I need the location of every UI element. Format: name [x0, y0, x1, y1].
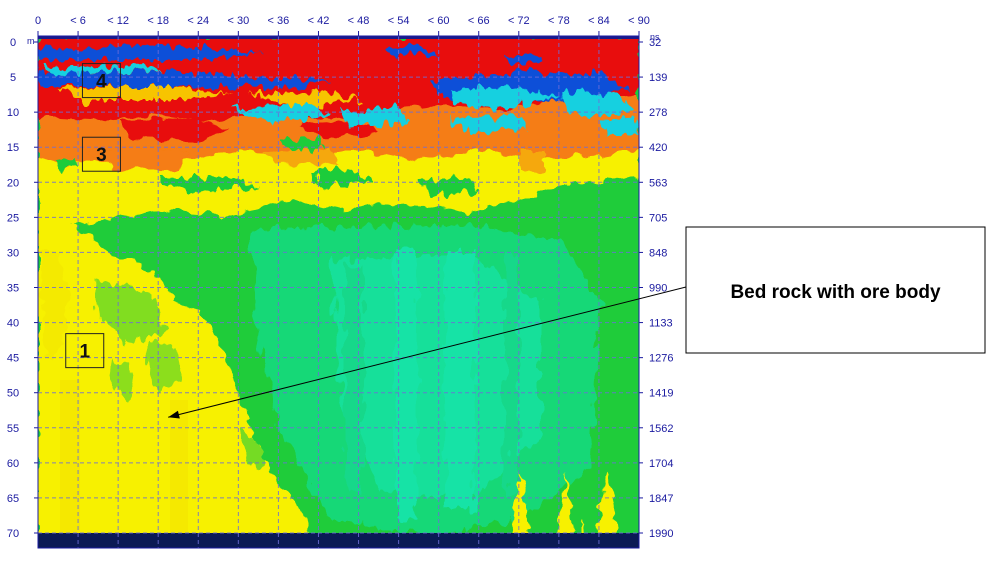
- y-left-tick-label: 50: [7, 388, 19, 400]
- y-right-unit: ns: [650, 32, 660, 42]
- y-right-tick-label: 1704: [649, 458, 673, 470]
- x-axis: 0 < 6 < 12 < 18 < 24 < 30 < 36 < 42 < 48 < 54 < 60…: [35, 15, 650, 36]
- y-left-tick-label: 60: [7, 458, 19, 470]
- y-right-tick-label: 1990: [649, 528, 673, 540]
- y-right-tick-label: 1133: [649, 318, 673, 330]
- yellow-shade-2: [170, 400, 188, 545]
- y-left-tick-label: 5: [10, 72, 16, 84]
- x-tick-label: < 36: [268, 15, 290, 27]
- y-left-tick-label: 15: [7, 142, 19, 154]
- y-right-tick-label: 848: [649, 247, 667, 259]
- y-right-tick-label: 705: [649, 212, 667, 224]
- y-left-tick-label: 70: [7, 528, 19, 540]
- y-left-tick-label: 45: [7, 353, 19, 365]
- radargram-figure: 0 < 6 < 12 < 18 < 24 < 30 < 36 < 42 < 48 < 54 < 60…: [7, 15, 986, 549]
- zone-label-3: 3: [96, 145, 107, 166]
- y-left-tick-label: 40: [7, 318, 19, 330]
- y-left-tick-label: 0: [10, 37, 16, 49]
- zone-label-4: 4: [96, 72, 107, 93]
- x-tick-label: < 90: [628, 15, 650, 27]
- y-left-tick-label: 20: [7, 177, 19, 189]
- y-left-tick-label: 25: [7, 212, 19, 224]
- x-tick-label: < 72: [508, 15, 530, 27]
- annotation-text: Bed rock with ore body: [730, 282, 941, 303]
- x-tick-label: < 84: [588, 15, 610, 27]
- y-right-tick-label: 139: [649, 72, 667, 84]
- x-tick-label: < 54: [388, 15, 410, 27]
- x-tick-label: < 6: [70, 15, 86, 27]
- x-tick-label: < 60: [428, 15, 450, 27]
- y-left-tick-label: 65: [7, 493, 19, 505]
- x-tick-label: 0: [35, 15, 41, 27]
- y-right-tick-label: 278: [649, 107, 667, 119]
- x-tick-label: < 48: [348, 15, 370, 27]
- x-tick-label: < 30: [227, 15, 249, 27]
- y-right-tick-label: 563: [649, 177, 667, 189]
- y-right-tick-label: 420: [649, 142, 667, 154]
- y-left-tick-label: 10: [7, 107, 19, 119]
- y-left-tick-label: 55: [7, 423, 19, 435]
- y-left-tick-label: 30: [7, 247, 19, 259]
- bottom-bar: [38, 533, 639, 548]
- x-tick-label: < 24: [187, 15, 209, 27]
- y-right-tick-label: 1847: [649, 493, 673, 505]
- x-tick-label: < 42: [308, 15, 330, 27]
- y-axis-right: 3213927842056370584899011331276141915621…: [639, 37, 673, 540]
- plot-area: [38, 36, 639, 548]
- y-right-tick-label: 1419: [649, 388, 673, 400]
- x-tick-label: < 12: [107, 15, 129, 27]
- y-axis-left: 0 5 10 15 20 25 30 35 40 45 50 55 60 65 70: [7, 37, 38, 540]
- y-left-tick-label: 35: [7, 283, 19, 295]
- x-tick-label: < 66: [468, 15, 490, 27]
- y-right-tick-label: 1562: [649, 423, 673, 435]
- x-tick-label: < 18: [147, 15, 169, 27]
- zone-label-1: 1: [79, 342, 90, 363]
- y-left-unit: m: [27, 36, 35, 46]
- y-right-tick-label: 1276: [649, 353, 673, 365]
- x-tick-label: < 78: [548, 15, 570, 27]
